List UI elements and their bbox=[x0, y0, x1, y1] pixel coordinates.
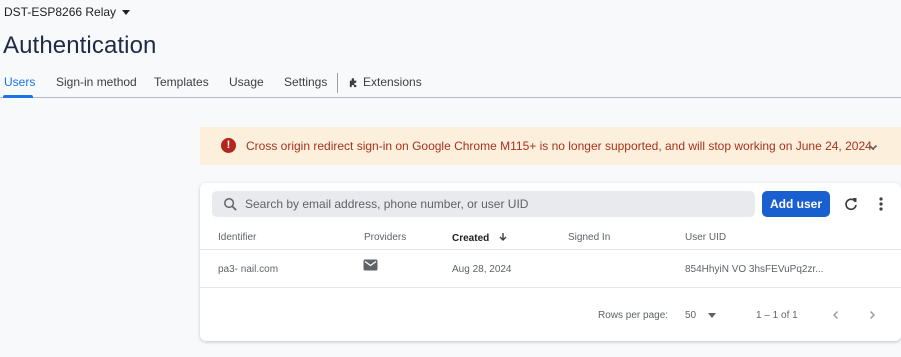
extensions-icon bbox=[349, 78, 357, 88]
caret-down-icon bbox=[122, 10, 131, 15]
pagination-range: 1 – 1 of 1 bbox=[756, 310, 798, 321]
sort-arrow-down-icon bbox=[499, 233, 507, 241]
cell-created: Aug 28, 2024 bbox=[452, 264, 512, 275]
search-icon bbox=[224, 198, 237, 211]
row-divider bbox=[200, 287, 901, 288]
chevron-down-icon[interactable] bbox=[867, 141, 879, 153]
more-vert-icon[interactable] bbox=[877, 196, 885, 212]
email-icon bbox=[363, 259, 378, 271]
cell-user-uid[interactable]: 854HhyiN VO 3hsFEVuPq2zr... bbox=[685, 264, 824, 275]
tab-sign-in-method[interactable]: Sign-in method bbox=[56, 75, 137, 89]
search-input[interactable] bbox=[245, 191, 745, 217]
column-header-identifier[interactable]: Identifier bbox=[218, 232, 256, 243]
search-bar[interactable] bbox=[212, 191, 755, 217]
tab-usage[interactable]: Usage bbox=[229, 75, 264, 89]
column-header-created[interactable]: Created bbox=[452, 232, 508, 244]
table-row[interactable]: pa3- nail.com Aug 28, 2024 854HhyiN VO 3… bbox=[200, 250, 901, 288]
active-tab-indicator bbox=[3, 95, 33, 98]
tab-extensions-label: Extensions bbox=[363, 75, 422, 89]
rows-per-page-select[interactable]: 50 bbox=[685, 310, 696, 321]
select-caret-icon[interactable] bbox=[708, 313, 716, 318]
column-header-signed-in[interactable]: Signed In bbox=[568, 232, 610, 243]
warning-banner[interactable]: ! Cross origin redirect sign-in on Googl… bbox=[200, 127, 901, 165]
column-header-created-label: Created bbox=[452, 233, 490, 244]
rows-per-page-label: Rows per page: bbox=[598, 310, 669, 321]
tab-users[interactable]: Users bbox=[4, 75, 35, 89]
chevron-left-icon[interactable] bbox=[829, 308, 843, 322]
refresh-icon[interactable] bbox=[843, 196, 859, 212]
tab-divider bbox=[337, 73, 338, 93]
tab-extensions[interactable]: Extensions bbox=[348, 75, 422, 89]
users-card: Add user Identifier Providers Created Si… bbox=[200, 183, 901, 341]
project-name: DST-ESP8266 Relay bbox=[4, 5, 117, 19]
column-header-user-uid[interactable]: User UID bbox=[685, 232, 726, 243]
cell-identifier: pa3- nail.com bbox=[218, 264, 279, 275]
column-header-providers[interactable]: Providers bbox=[364, 232, 406, 243]
banner-message: Cross origin redirect sign-in on Google … bbox=[246, 139, 876, 153]
tab-bar: Users Sign-in method Templates Usage Set… bbox=[0, 68, 901, 98]
tab-templates[interactable]: Templates bbox=[154, 75, 209, 89]
error-icon: ! bbox=[221, 138, 236, 153]
add-user-button[interactable]: Add user bbox=[762, 191, 830, 217]
project-selector[interactable]: DST-ESP8266 Relay bbox=[4, 5, 131, 19]
chevron-right-icon[interactable] bbox=[865, 308, 879, 322]
tab-settings[interactable]: Settings bbox=[284, 75, 327, 89]
page-title: Authentication bbox=[3, 32, 157, 59]
